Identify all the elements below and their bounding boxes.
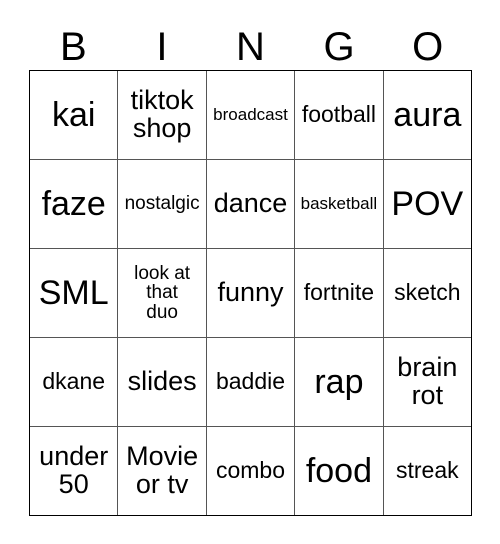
bingo-cell[interactable]: POV [384,160,471,248]
bingo-cell[interactable]: look at that duo [118,249,207,337]
bingo-cell-label: kai [51,95,96,134]
bingo-cell-label: streak [396,457,459,484]
bingo-header-letter-g: G [323,25,355,69]
bingo-header-letter-b: B [59,25,87,69]
bingo-cell-label: broadcast [213,105,288,125]
bingo-cell[interactable]: broadcast [207,71,296,159]
bingo-row: faze nostalgic dance basketball POV [30,160,471,249]
bingo-cell[interactable]: nostalgic [118,160,207,248]
bingo-cell[interactable]: slides [118,338,207,426]
bingo-cell-label: baddie [215,368,286,395]
bingo-row: under 50 Movie or tv combo food streak [30,427,471,515]
bingo-cell-label: nostalgic [124,193,200,215]
bingo-cell-label: dkane [42,368,106,395]
bingo-cell[interactable]: baddie [207,338,296,426]
bingo-header-letter-o: O [412,25,444,69]
bingo-cell-label: look at that duo [134,262,191,323]
bingo-cell-label: Movie or tv [126,441,199,499]
bingo-row: kai tiktok shop broadcast football aura [30,71,471,160]
bingo-cell[interactable]: fortnite [295,249,384,337]
bingo-cell[interactable]: combo [207,427,296,515]
bingo-row: dkane slides baddie rap brain rot [30,338,471,427]
bingo-cell[interactable]: SML [30,249,119,337]
bingo-cell-label: funny [217,277,284,308]
bingo-cell[interactable]: tiktok shop [118,71,207,159]
bingo-cell-label: POV [391,184,464,223]
bingo-cell[interactable]: brain rot [384,338,471,426]
bingo-cell-label: aura [393,95,462,134]
bingo-cell[interactable]: under 50 [30,427,119,515]
bingo-cell-label: dance [213,188,288,219]
bingo-cell[interactable]: dance [207,160,296,248]
bingo-cell-label: football [301,101,376,128]
bingo-cell-label: food [305,451,373,490]
bingo-header-letter-n: N [236,25,265,69]
bingo-cell-label: basketball [300,194,378,214]
bingo-cell[interactable]: Movie or tv [118,427,207,515]
bingo-cell[interactable]: aura [384,71,471,159]
bingo-cell[interactable]: streak [384,427,471,515]
bingo-cell-label: rap [314,362,364,401]
bingo-cell[interactable]: funny [207,249,296,337]
bingo-cell[interactable]: food [295,427,384,515]
bingo-card: B I N G O kai tiktok shop broadcast foot… [0,0,500,544]
bingo-cell-label: brain rot [397,352,458,410]
bingo-cell[interactable]: basketball [295,160,384,248]
bingo-cell[interactable]: dkane [30,338,119,426]
bingo-cell[interactable]: rap [295,338,384,426]
bingo-cell-label: slides [127,366,197,397]
bingo-cell[interactable]: football [295,71,384,159]
bingo-cell-label: SML [38,273,109,312]
bingo-grid: kai tiktok shop broadcast football aura … [29,70,472,516]
bingo-header: B I N G O [29,16,472,68]
bingo-cell-label: tiktok shop [130,85,194,143]
bingo-cell-label: fortnite [303,279,375,306]
bingo-cell[interactable]: sketch [384,249,471,337]
bingo-cell[interactable]: faze [30,160,119,248]
bingo-cell-label: faze [41,184,106,223]
bingo-cell[interactable]: kai [30,71,119,159]
bingo-cell-label: combo [215,457,286,484]
bingo-cell-label: under 50 [39,441,109,499]
bingo-cell-label: sketch [394,279,461,306]
bingo-row: SML look at that duo funny fortnite sket… [30,249,471,338]
bingo-header-letter-i: I [156,25,168,69]
